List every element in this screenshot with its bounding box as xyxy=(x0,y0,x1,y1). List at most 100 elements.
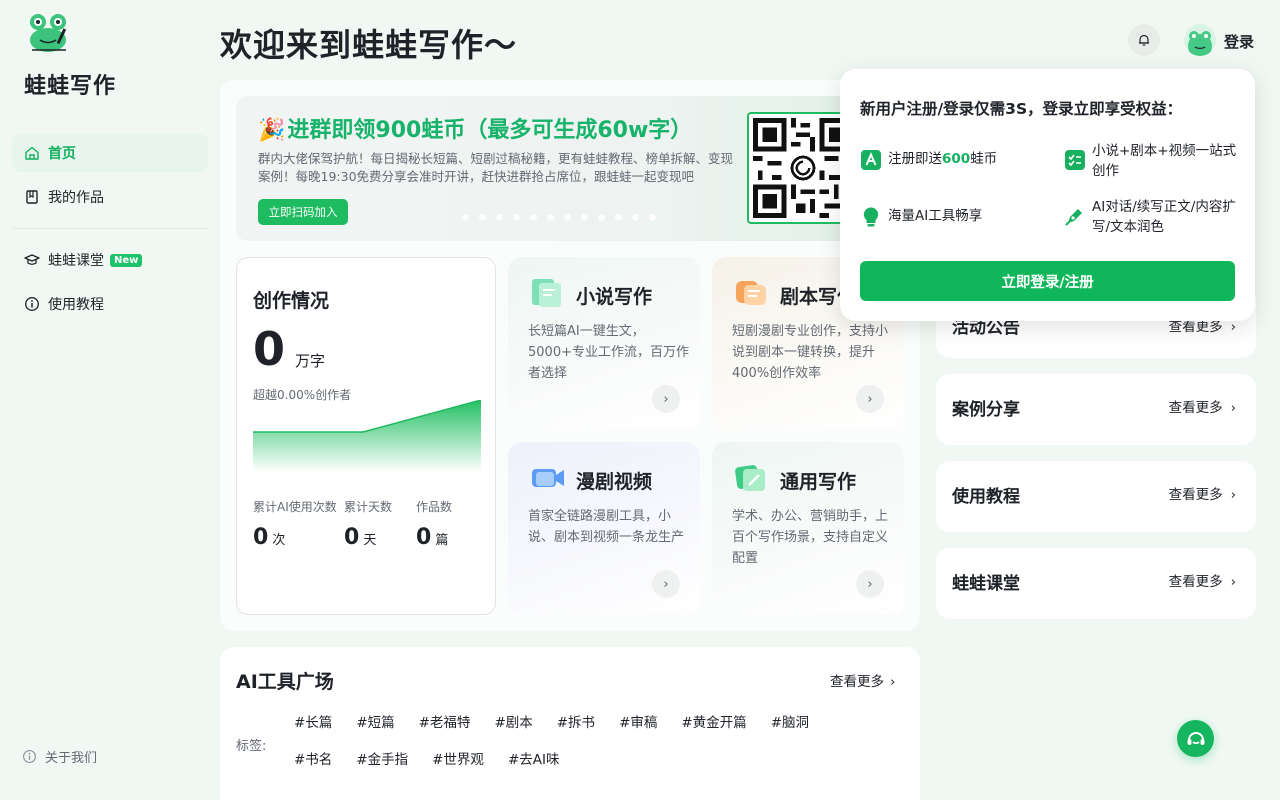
feature-description: 长短篇AI一键生文，5000+专业工作流，百万作者选择 xyxy=(528,324,689,381)
benefit-coins: 注册即送600蛙币 xyxy=(860,149,997,171)
divider xyxy=(12,228,208,229)
chevron-right-icon[interactable]: › xyxy=(652,570,680,598)
side-card-more[interactable]: 查看更多 › xyxy=(1169,396,1236,416)
sidebar-nav: 首页 我的作品 蛙蛙课堂 New 使用教程 xyxy=(12,134,208,323)
info-icon xyxy=(23,750,36,763)
home-icon xyxy=(25,146,39,160)
chevron-right-icon: › xyxy=(1230,400,1236,416)
carousel-dot[interactable] xyxy=(564,214,571,221)
login-link[interactable]: 登录 xyxy=(1224,31,1254,52)
sidebar-item-home[interactable]: 首页 xyxy=(12,134,208,172)
sidebar-item-label: 蛙蛙课堂 xyxy=(48,253,104,269)
chevron-right-icon: › xyxy=(1230,319,1236,335)
sidebar-item-tutorial[interactable]: 使用教程 xyxy=(12,285,208,323)
side-card-classroom[interactable]: 蛙蛙课堂 查看更多 › xyxy=(936,548,1256,619)
feature-description: 短剧漫剧专业创作，支持小说到剧本一键转换，提升400%创作效率 xyxy=(732,324,889,381)
brand-name: 蛙蛙写作 xyxy=(24,74,117,99)
stat-value: 0篇 xyxy=(416,525,449,550)
side-card-more[interactable]: 查看更多 › xyxy=(1169,570,1236,590)
tag-item[interactable]: #短篇 xyxy=(356,713,394,750)
stat-value: 0次 xyxy=(253,525,286,550)
tag-item[interactable]: #去AI味 xyxy=(508,750,560,787)
video-camera-icon xyxy=(532,469,564,487)
tools-more-link[interactable]: 查看更多 › xyxy=(830,670,895,690)
growth-chart-graphic xyxy=(253,400,481,472)
chevron-right-icon: › xyxy=(890,674,896,690)
join-group-button[interactable]: 立即扫码加入 xyxy=(258,199,348,225)
carousel-dot[interactable] xyxy=(632,214,639,221)
feature-card-comic-video[interactable]: 漫剧视频 首家全链路漫剧工具，小说、剧本到视频一条龙生产 › xyxy=(508,442,700,614)
tag-item[interactable]: #黄金开篇 xyxy=(681,713,746,750)
ai-usage-stat: 累计AI使用次数 0次 xyxy=(253,498,337,550)
about-us-link[interactable]: 关于我们 xyxy=(22,747,97,766)
carousel-dot[interactable] xyxy=(598,214,605,221)
chevron-right-icon: › xyxy=(1230,574,1236,590)
feature-title: 小说写作 xyxy=(576,286,653,308)
carousel-dot[interactable] xyxy=(479,214,486,221)
banner-title: 🎉进群即领900蛙币（最多可生成60w字） xyxy=(258,118,693,143)
sidebar-item-label: 我的作品 xyxy=(48,190,104,206)
main-panel: 🎉进群即领900蛙币（最多可生成60w字） 群内大佬保驾护航！每日揭秘长短篇、短… xyxy=(220,80,920,631)
pen-icon xyxy=(1065,209,1082,226)
carousel-dot[interactable] xyxy=(462,214,469,221)
document-stack-icon xyxy=(532,279,561,307)
notification-button[interactable] xyxy=(1128,24,1160,56)
letter-a-icon xyxy=(861,150,881,170)
pen-note-icon xyxy=(735,465,765,491)
tag-item[interactable]: #拆书 xyxy=(557,713,595,750)
carousel-dot[interactable] xyxy=(649,214,656,221)
feature-description: 首家全链路漫剧工具，小说、剧本到视频一条龙生产 xyxy=(528,509,685,545)
carousel-dot[interactable] xyxy=(513,214,520,221)
benefit-one-stop: 小说+剧本+视频一站式创作 xyxy=(1064,141,1239,181)
carousel-dot[interactable] xyxy=(547,214,554,221)
new-badge: New xyxy=(110,253,143,267)
party-popper-icon: 🎉 xyxy=(258,118,286,143)
stat-label: 累计天数 xyxy=(344,500,393,514)
sidebar: 蛙蛙写作 首页 我的作品 蛙蛙课堂 New 使用教程 关于我们 xyxy=(0,0,220,800)
feature-card-novel[interactable]: 小说写作 长短篇AI一键生文，5000+专业工作流，百万作者选择 › xyxy=(508,257,700,429)
benefit-ai-writing: AI对话/续写正文/内容扩写/文本润色 xyxy=(1064,197,1239,237)
sidebar-item-classroom[interactable]: 蛙蛙课堂 New xyxy=(12,241,208,279)
tag-item[interactable]: #剧本 xyxy=(494,713,532,750)
tag-item[interactable]: #老福特 xyxy=(419,713,471,750)
carousel-dot[interactable] xyxy=(530,214,537,221)
stat-label: 累计AI使用次数 xyxy=(253,500,337,514)
tags-label: 标签: xyxy=(236,739,267,754)
banner-description: 群内大佬保驾护航！每日揭秘长短篇、短剧过稿秘籍，更有蛙蛙教程、榜单拆解、变现案例… xyxy=(258,151,734,184)
tag-item[interactable]: #审稿 xyxy=(619,713,657,750)
side-card-cases[interactable]: 案例分享 查看更多 › xyxy=(936,374,1256,445)
frog-logo-icon[interactable] xyxy=(26,12,72,54)
benefit-ai-tools: 海量AI工具畅享 xyxy=(860,206,982,228)
tag-item[interactable]: #世界观 xyxy=(432,750,484,787)
chevron-right-icon[interactable]: › xyxy=(856,570,884,598)
checklist-icon xyxy=(1065,150,1085,170)
tag-item[interactable]: #书名 xyxy=(294,750,332,787)
side-card-more[interactable]: 查看更多 › xyxy=(1169,483,1236,503)
carousel-dot[interactable] xyxy=(615,214,622,221)
headset-icon xyxy=(1187,731,1204,745)
carousel-dot[interactable] xyxy=(581,214,588,221)
stats-title: 创作情况 xyxy=(253,290,330,312)
avatar[interactable] xyxy=(1184,24,1216,56)
feature-description: 学术、办公、营销助手，上百个写作场景，支持自定义配置 xyxy=(732,509,889,566)
login-register-button[interactable]: 立即登录/注册 xyxy=(860,261,1235,301)
tag-item[interactable]: #脑洞 xyxy=(771,713,809,750)
sidebar-item-my-works[interactable]: 我的作品 xyxy=(12,178,208,216)
popover-title: 新用户注册/登录仅需3S，登录立即享受权益： xyxy=(860,100,1183,118)
chevron-right-icon[interactable]: › xyxy=(652,385,680,413)
qr-code-icon xyxy=(753,118,853,218)
feature-card-general-writing[interactable]: 通用写作 学术、办公、营销助手，上百个写作场景，支持自定义配置 › xyxy=(712,442,904,614)
customer-support-button[interactable] xyxy=(1177,720,1214,757)
tag-item[interactable]: #金手指 xyxy=(356,750,408,787)
chevron-right-icon[interactable]: › xyxy=(856,385,884,413)
side-card-tutorial[interactable]: 使用教程 查看更多 › xyxy=(936,461,1256,532)
days-stat: 累计天数 0天 xyxy=(344,498,392,550)
tag-item[interactable]: #长篇 xyxy=(294,713,332,750)
frog-avatar-icon xyxy=(1188,31,1212,56)
side-card-title: 使用教程 xyxy=(952,487,1020,507)
promo-banner[interactable]: 🎉进群即领900蛙币（最多可生成60w字） 群内大佬保驾护航！每日揭秘长短篇、短… xyxy=(236,96,904,241)
carousel-dot[interactable] xyxy=(496,214,503,221)
chevron-right-icon: › xyxy=(1230,487,1236,503)
tools-title: AI工具广场 xyxy=(236,671,334,693)
works-stat: 作品数 0篇 xyxy=(416,498,452,550)
